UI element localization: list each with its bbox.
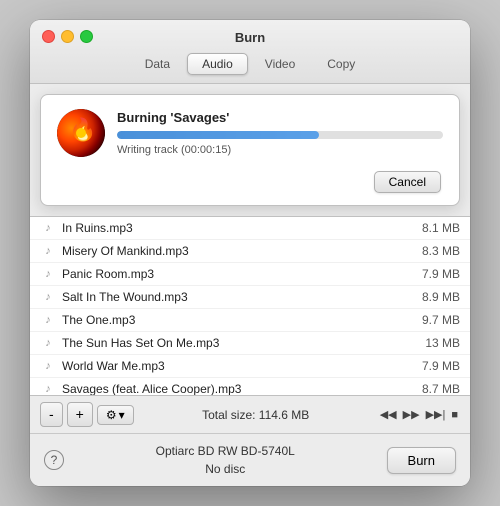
file-list: ♪ In Ruins.mp3 8.1 MB ♪ Misery Of Mankin…: [30, 216, 470, 396]
toolbar: - + ⚙ ▾ Total size: 114.6 MB ◀◀ ▶▶ ▶▶| ■: [30, 396, 470, 435]
file-name: Misery Of Mankind.mp3: [62, 244, 414, 258]
cancel-button[interactable]: Cancel: [374, 171, 441, 193]
table-row: ♪ Salt In The Wound.mp3 8.9 MB: [30, 286, 470, 309]
tab-copy[interactable]: Copy: [312, 53, 370, 75]
cancel-row: Cancel: [57, 167, 443, 193]
tab-data[interactable]: Data: [130, 53, 185, 75]
gear-icon: ⚙: [106, 408, 117, 422]
settings-button[interactable]: ⚙ ▾: [97, 405, 134, 425]
skip-forward-button[interactable]: ▶▶|: [424, 407, 448, 422]
progress-info: Burning 'Savages' Writing track (00:00:1…: [117, 110, 443, 156]
file-name: The Sun Has Set On Me.mp3: [62, 336, 417, 350]
file-size: 7.9 MB: [422, 359, 460, 373]
file-size: 9.7 MB: [422, 313, 460, 327]
progress-status: Writing track (00:00:15): [117, 144, 443, 156]
table-row: ♪ The One.mp3 9.7 MB: [30, 309, 470, 332]
window-title: Burn: [42, 30, 458, 45]
music-icon: ♪: [40, 220, 56, 236]
table-row: ♪ Savages (feat. Alice Cooper).mp3 8.7 M…: [30, 378, 470, 396]
file-name: In Ruins.mp3: [62, 221, 414, 235]
progress-bar-container: [117, 131, 443, 139]
music-icon: ♪: [40, 312, 56, 328]
device-status: No disc: [64, 460, 387, 478]
file-size: 7.9 MB: [422, 267, 460, 281]
file-size: 8.1 MB: [422, 221, 460, 235]
playback-controls: ◀◀ ▶▶ ▶▶| ■: [378, 407, 460, 422]
table-row: ♪ Panic Room.mp3 7.9 MB: [30, 263, 470, 286]
progress-dialog: 🔥 Burning 'Savages' Writing track (00:00…: [40, 94, 460, 206]
help-button[interactable]: ?: [44, 450, 64, 470]
close-button[interactable]: [42, 30, 55, 43]
music-icon: ♪: [40, 335, 56, 351]
rewind-button[interactable]: ◀◀: [378, 407, 399, 422]
file-name: Panic Room.mp3: [62, 267, 414, 281]
status-bar: ? Optiarc BD RW BD-5740L No disc Burn: [30, 434, 470, 486]
maximize-button[interactable]: [80, 30, 93, 43]
flame-icon: 🔥: [69, 117, 96, 143]
music-icon: ♪: [40, 358, 56, 374]
file-name: The One.mp3: [62, 313, 414, 327]
tab-audio[interactable]: Audio: [187, 53, 248, 75]
tab-bar: Data Audio Video Copy: [42, 53, 458, 83]
file-name: Salt In The Wound.mp3: [62, 290, 414, 304]
progress-header: 🔥 Burning 'Savages' Writing track (00:00…: [57, 109, 443, 157]
add-track-button[interactable]: +: [67, 402, 93, 428]
progress-bar-fill: [117, 131, 319, 139]
music-icon: ♪: [40, 243, 56, 259]
file-name: Savages (feat. Alice Cooper).mp3: [62, 382, 414, 396]
main-window: Burn Data Audio Video Copy 🔥 Burning 'Sa…: [30, 20, 470, 487]
minimize-button[interactable]: [61, 30, 74, 43]
stop-button[interactable]: ■: [449, 408, 460, 422]
tab-video[interactable]: Video: [250, 53, 310, 75]
music-icon: ♪: [40, 381, 56, 396]
title-bar: Burn Data Audio Video Copy: [30, 20, 470, 84]
file-size: 13 MB: [425, 336, 460, 350]
table-row: ♪ Misery Of Mankind.mp3 8.3 MB: [30, 240, 470, 263]
device-name: Optiarc BD RW BD-5740L: [64, 442, 387, 460]
file-size: 8.7 MB: [422, 382, 460, 396]
file-size: 8.9 MB: [422, 290, 460, 304]
file-size: 8.3 MB: [422, 244, 460, 258]
fast-forward-button[interactable]: ▶▶: [401, 407, 422, 422]
file-name: World War Me.mp3: [62, 359, 414, 373]
disc-icon-inner: 🔥: [57, 109, 105, 157]
remove-track-button[interactable]: -: [40, 402, 63, 428]
window-controls: [42, 30, 93, 43]
music-icon: ♪: [40, 266, 56, 282]
chevron-down-icon: ▾: [119, 408, 125, 422]
device-info: Optiarc BD RW BD-5740L No disc: [64, 442, 387, 478]
disc-icon: 🔥: [57, 109, 105, 157]
progress-title: Burning 'Savages': [117, 110, 443, 125]
table-row: ♪ In Ruins.mp3 8.1 MB: [30, 217, 470, 240]
music-icon: ♪: [40, 289, 56, 305]
total-size-label: Total size: 114.6 MB: [138, 408, 374, 422]
burn-button[interactable]: Burn: [387, 447, 456, 474]
table-row: ♪ The Sun Has Set On Me.mp3 13 MB: [30, 332, 470, 355]
table-row: ♪ World War Me.mp3 7.9 MB: [30, 355, 470, 378]
